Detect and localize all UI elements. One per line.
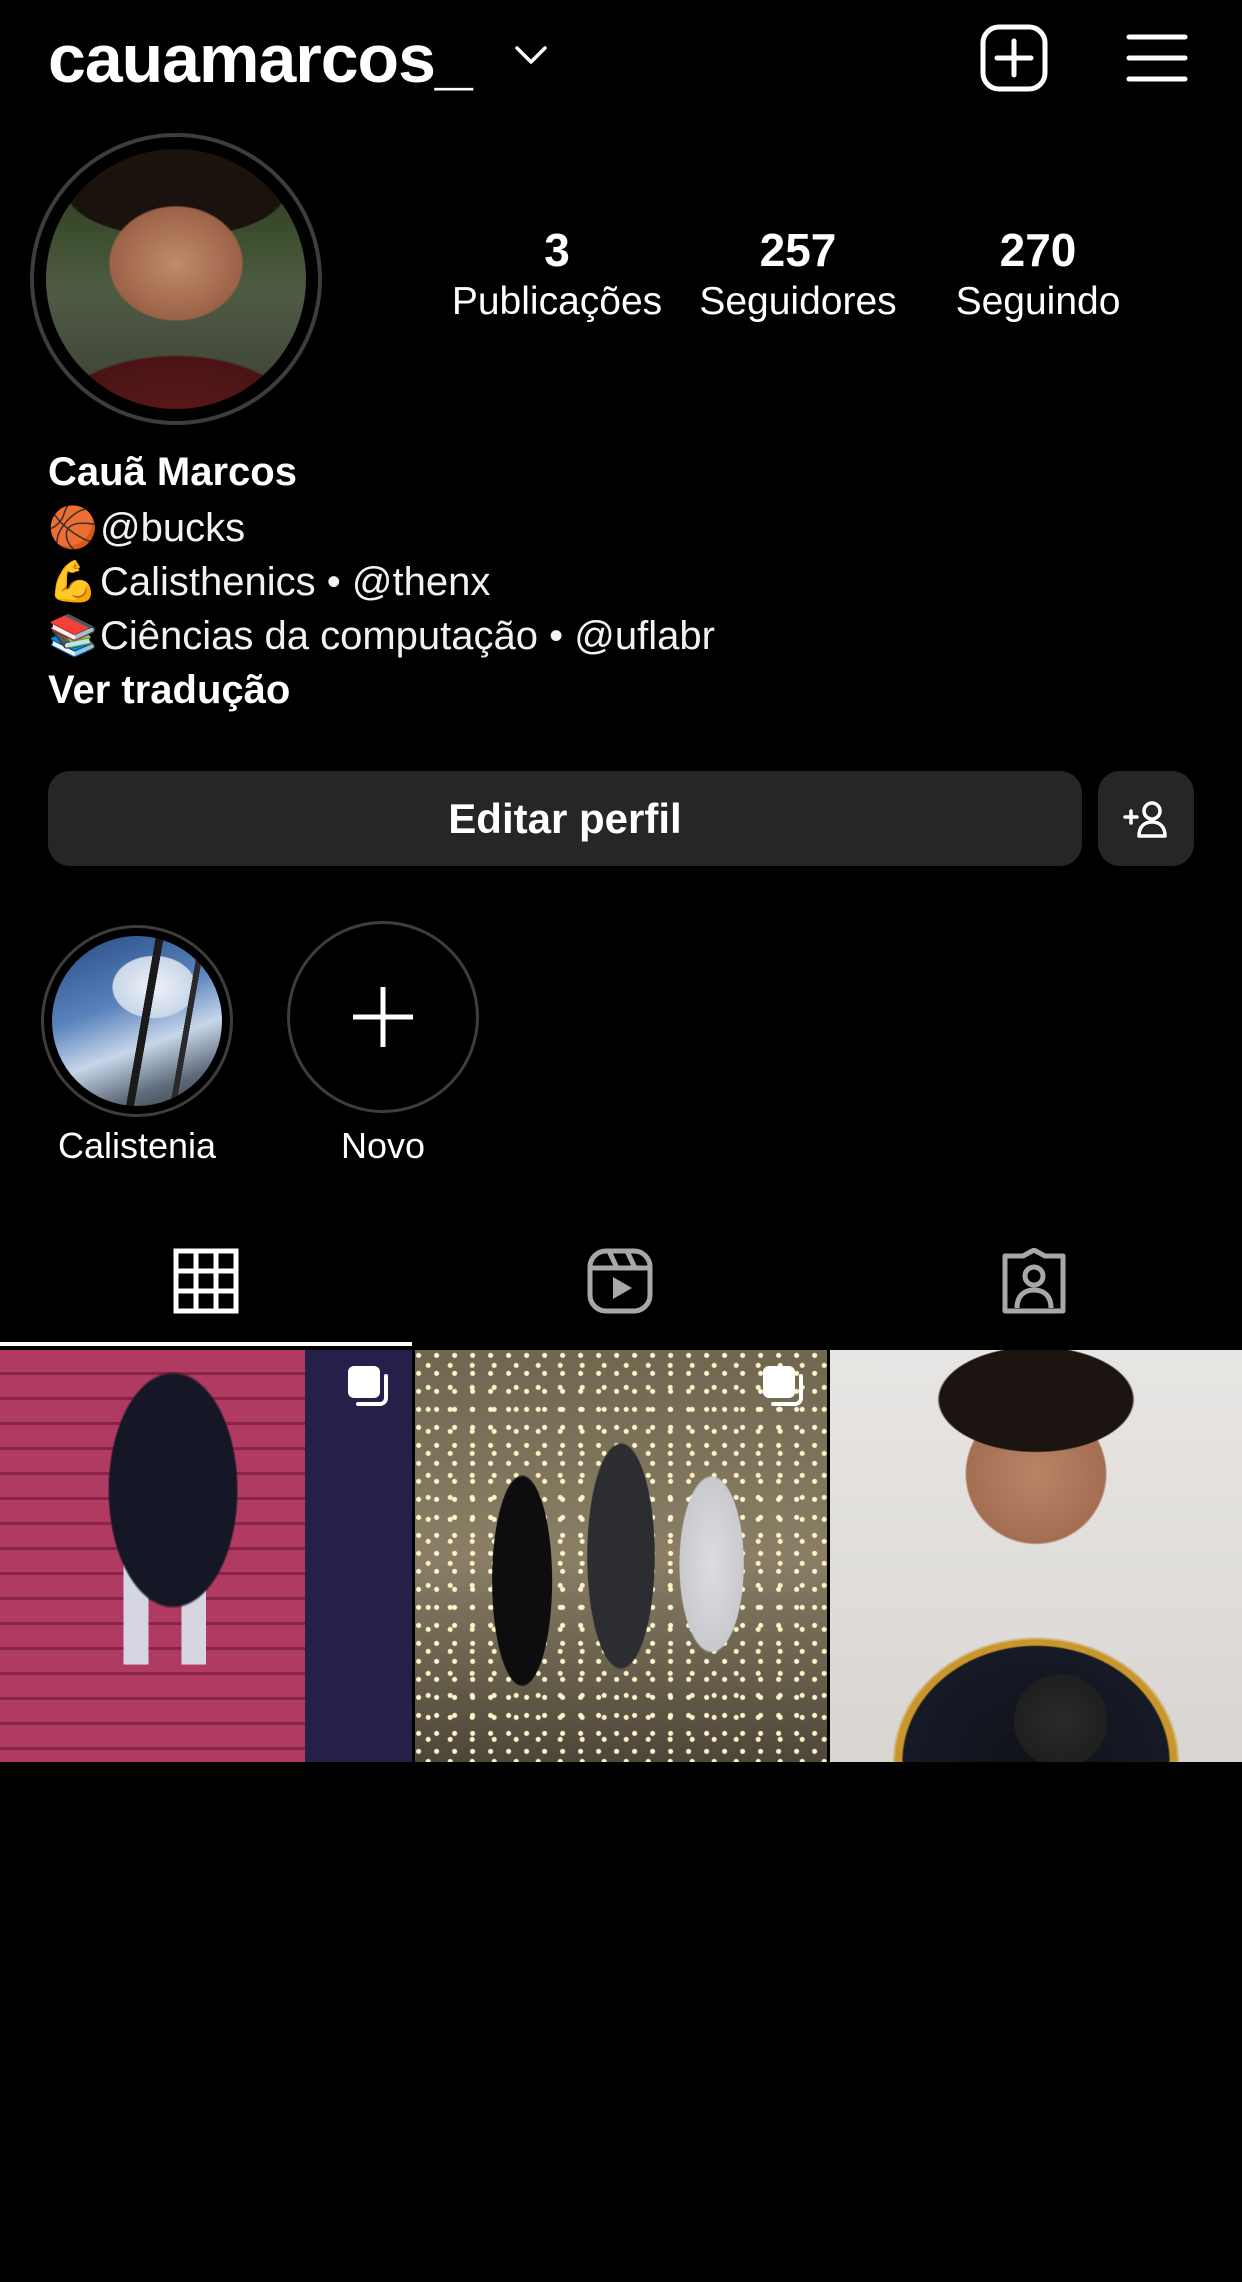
stat-followers[interactable]: 257 Seguidores — [678, 222, 918, 326]
edit-profile-label: Editar perfil — [448, 794, 682, 842]
books-emoji: 📚 — [48, 614, 98, 658]
highlight-calistenia[interactable] — [52, 936, 222, 1106]
basketball-emoji: 🏀 — [48, 506, 98, 550]
stat-posts[interactable]: 3 Publicações — [437, 222, 677, 326]
post-thumbnail[interactable] — [0, 1350, 412, 1762]
chevron-down-icon[interactable] — [514, 44, 548, 66]
highlight-label: Calistenia — [57, 1125, 217, 1166]
profile-name: Cauã Marcos — [48, 450, 297, 494]
add-person-icon — [1123, 800, 1167, 838]
stat-followers-label: Seguidores — [699, 280, 897, 323]
stat-following-label: Seguindo — [955, 280, 1121, 323]
stat-posts-value: 3 — [544, 224, 570, 276]
bio-text[interactable]: @bucks — [100, 506, 245, 550]
bio-line: 💪Calisthenics • @thenx — [48, 556, 490, 608]
avatar[interactable] — [46, 149, 306, 409]
post-thumbnail[interactable] — [830, 1350, 1242, 1762]
bio-line: 🏀@bucks — [48, 502, 245, 554]
discover-people-button[interactable] — [1098, 771, 1194, 866]
multiple-photos-icon — [763, 1366, 803, 1406]
translate-link[interactable]: Ver tradução — [48, 664, 290, 716]
grid-icon[interactable] — [173, 1248, 239, 1314]
stat-followers-value: 257 — [759, 224, 837, 276]
tagged-icon[interactable] — [1001, 1248, 1067, 1314]
stat-following[interactable]: 270 Seguindo — [918, 222, 1158, 326]
create-post-icon[interactable] — [980, 24, 1048, 92]
reels-icon[interactable] — [587, 1248, 653, 1314]
plus-icon — [353, 987, 413, 1047]
bio-line: 📚Ciências da computação • @uflabr — [48, 610, 715, 662]
stat-following-value: 270 — [999, 224, 1077, 276]
highlight-label: Novo — [340, 1125, 426, 1166]
username-switcher[interactable]: cauamarcos_ — [48, 18, 473, 100]
active-tab-indicator — [0, 1342, 412, 1346]
post-thumbnail[interactable] — [415, 1350, 827, 1762]
edit-profile-button[interactable]: Editar perfil — [48, 771, 1082, 866]
bio-text[interactable]: Calisthenics • @thenx — [100, 560, 490, 604]
menu-icon[interactable] — [1126, 32, 1188, 84]
stat-posts-label: Publicações — [451, 280, 663, 323]
flexed-biceps-emoji: 💪 — [48, 560, 98, 604]
multiple-photos-icon — [348, 1366, 388, 1406]
bio-text[interactable]: Ciências da computação • @uflabr — [100, 614, 715, 658]
